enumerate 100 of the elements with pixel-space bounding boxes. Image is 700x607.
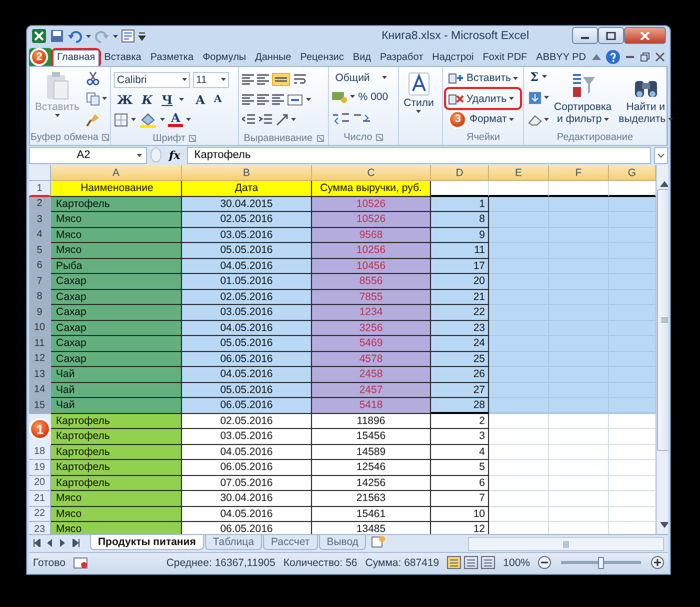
caret-icon[interactable] — [86, 34, 91, 38]
insert-function-button[interactable]: fx — [169, 148, 180, 162]
zoom-in-icon[interactable] — [651, 556, 664, 570]
zoom-out-icon[interactable] — [538, 556, 551, 570]
caret-icon[interactable] — [221, 78, 226, 82]
caret-icon[interactable] — [291, 118, 296, 122]
fill-icon[interactable] — [527, 90, 543, 106]
align-top-icon[interactable] — [242, 74, 254, 86]
caret-icon[interactable] — [544, 118, 549, 122]
caret-icon[interactable] — [186, 118, 192, 122]
percent-button[interactable]: % — [358, 90, 368, 103]
row-header[interactable]: 5 — [29, 243, 51, 259]
autosum-button[interactable]: Σ — [527, 70, 542, 84]
previous-sheet-icon[interactable] — [46, 539, 54, 548]
column-header[interactable]: C — [312, 165, 431, 182]
caret-icon[interactable] — [54, 114, 60, 117]
column-header[interactable]: F — [549, 165, 609, 182]
caret-icon[interactable] — [416, 110, 422, 113]
minimize-button[interactable] — [572, 27, 598, 44]
font-size-field[interactable]: 11 — [193, 72, 229, 88]
sort-filter-button[interactable]: Сортировка и фильтр — [552, 68, 614, 131]
scrollbar-thumb[interactable] — [657, 189, 668, 452]
align-bottom-button[interactable] — [272, 73, 290, 86]
maximize-button[interactable] — [598, 27, 624, 44]
caret-icon[interactable] — [350, 95, 356, 98]
print-preview-icon[interactable] — [121, 29, 135, 44]
name-box[interactable]: A2 — [29, 146, 147, 164]
number-format-field[interactable]: Общий — [332, 70, 390, 86]
next-sheet-icon[interactable] — [59, 539, 67, 548]
customize-icon[interactable] — [138, 31, 146, 42]
bold-button[interactable]: Ж — [114, 92, 136, 107]
format-painter-icon[interactable] — [84, 112, 101, 128]
undo-icon[interactable] — [67, 29, 83, 44]
underline-button[interactable]: Ч — [158, 92, 176, 107]
ribbon-tab[interactable]: ABBYY PD — [532, 50, 590, 66]
row-header[interactable]: 3 — [29, 212, 51, 228]
align-center-icon[interactable] — [257, 94, 270, 106]
row-header[interactable]: 11 — [29, 336, 51, 352]
italic-button[interactable]: К — [138, 92, 156, 107]
last-sheet-icon[interactable] — [72, 539, 80, 548]
sheet-tab[interactable]: Таблица — [204, 535, 262, 550]
styles-button[interactable]: Стили — [402, 68, 436, 131]
decrease-indent-icon[interactable] — [242, 114, 256, 126]
row-header[interactable]: 10 — [29, 320, 51, 336]
row-header[interactable]: 2 — [29, 196, 51, 212]
ribbon-tab[interactable]: Вставка — [100, 50, 146, 66]
collapse-ribbon-icon[interactable] — [592, 54, 601, 60]
align-middle-icon[interactable] — [257, 74, 270, 86]
align-right-icon[interactable] — [272, 94, 284, 106]
dialog-launcher-icon[interactable] — [316, 135, 324, 142]
column-header[interactable]: B — [182, 165, 312, 182]
row-header[interactable]: 20 — [29, 476, 51, 492]
caret-icon[interactable] — [604, 118, 609, 121]
expand-formula-icon[interactable] — [654, 146, 668, 164]
zoom-level[interactable]: 100% — [503, 556, 530, 569]
row-header[interactable]: 7 — [29, 274, 51, 290]
row-header[interactable]: 4 — [29, 228, 51, 244]
macro-record-icon[interactable] — [73, 556, 90, 570]
fill-color-icon[interactable] — [139, 112, 157, 128]
row-header[interactable]: 12 — [29, 352, 51, 368]
page-break-icon[interactable] — [481, 556, 496, 570]
row-header[interactable]: 9 — [29, 305, 51, 321]
orientation-icon[interactable] — [276, 114, 288, 126]
row-header[interactable]: 13 — [29, 367, 51, 383]
row-header[interactable]: 6 — [29, 258, 51, 274]
sheet-tab[interactable]: Рассчет — [263, 535, 318, 550]
caret-icon[interactable] — [306, 98, 312, 102]
caret-icon[interactable] — [178, 98, 184, 102]
grow-font-button[interactable]: A — [192, 92, 208, 107]
caret-icon[interactable] — [544, 96, 549, 100]
ribbon-tab[interactable]: Формулы — [198, 50, 250, 66]
caret-icon[interactable] — [508, 97, 514, 100]
first-sheet-icon[interactable] — [33, 539, 41, 548]
ribbon-tab[interactable]: Разметка — [146, 50, 198, 66]
caret-icon[interactable] — [131, 118, 136, 122]
close-button[interactable] — [624, 27, 666, 44]
slider-thumb[interactable] — [598, 556, 604, 569]
caret-icon[interactable] — [513, 76, 518, 80]
ribbon-tab[interactable]: Foxit PDF — [478, 50, 532, 66]
new-sheet-icon[interactable] — [370, 535, 386, 550]
sheet-tab[interactable]: Продукты питания — [90, 535, 204, 550]
cells-menu-button[interactable]: Удалить — [446, 89, 516, 108]
ribbon-tab[interactable]: Главная — [53, 50, 100, 66]
dialog-launcher-icon[interactable] — [102, 134, 110, 142]
caret-icon[interactable] — [382, 76, 388, 80]
row-header[interactable]: 18 — [29, 444, 51, 460]
row-header[interactable]: 14 — [29, 382, 51, 398]
ribbon-tab[interactable]: Вид — [348, 50, 375, 66]
page-layout-icon[interactable] — [464, 556, 478, 570]
column-header[interactable]: E — [489, 165, 549, 182]
cells-menu-button[interactable]: Вставить — [446, 68, 520, 88]
dialog-launcher-icon[interactable] — [376, 134, 384, 142]
copy-icon[interactable] — [84, 90, 101, 107]
caret-icon[interactable] — [113, 34, 118, 38]
increase-indent-icon[interactable] — [259, 114, 274, 126]
formula-field[interactable]: Картофель — [187, 146, 651, 164]
row-header[interactable]: 21 — [29, 491, 51, 507]
excel-logo-icon[interactable] — [31, 28, 47, 44]
caret-icon[interactable] — [160, 118, 165, 122]
row-header[interactable]: 23 — [29, 522, 51, 534]
